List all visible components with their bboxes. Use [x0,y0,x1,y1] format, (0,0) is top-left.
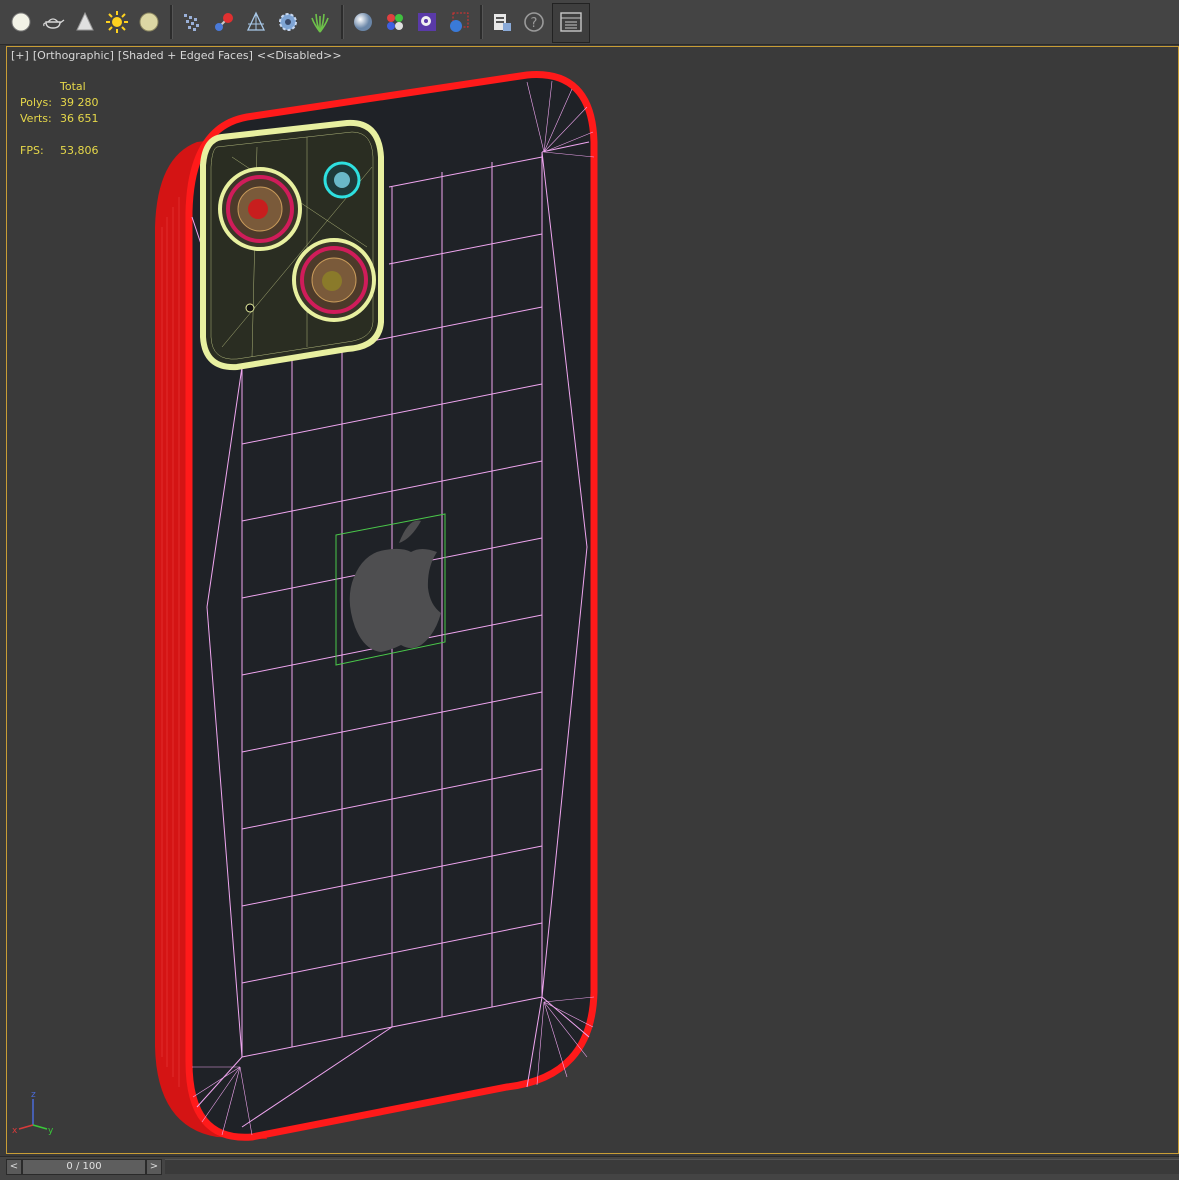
camera-target-icon[interactable] [241,6,271,38]
toolbar-separator [170,5,173,39]
svg-text:?: ? [531,16,538,31]
material-sphere-icon[interactable] [348,6,378,38]
disc-tool-icon[interactable] [134,6,164,38]
particle-tool-icon[interactable] [177,6,207,38]
render-setup-icon[interactable] [412,6,442,38]
axis-y-label: y [48,1126,54,1136]
timeline-bar: < 0 / 100 > [0,1156,1179,1180]
create-tools-group: ? [6,3,551,41]
sun-light-icon[interactable] [102,6,132,38]
perspective-viewport[interactable]: [+] [Orthographic] [Shaded + Edged Faces] <… [6,46,1179,1154]
layout-panel-button[interactable] [552,3,590,43]
axis-gizmo: z x y [12,1090,54,1136]
camera-microphone [245,303,255,313]
help-icon[interactable]: ? [519,6,549,38]
timeline-prev-button[interactable]: < [6,1159,22,1175]
timeline-track[interactable] [165,1159,1179,1174]
teapot-tool-icon[interactable] [38,6,68,38]
cone-tool-icon[interactable] [70,6,100,38]
sphere-tool-icon[interactable] [6,6,36,38]
main-toolbar: ? [0,0,1179,45]
molecule-tool-icon[interactable] [209,6,239,38]
timeline-slider[interactable]: 0 / 100 [22,1159,146,1175]
camera-flash [323,161,361,199]
toolbar-separator [480,5,483,39]
render-frame-icon[interactable] [444,6,474,38]
camera-lens-top [218,167,302,251]
axis-z-label: z [31,1090,36,1100]
camera-lens-bottom [292,238,376,322]
scene-explorer-icon[interactable] [487,6,517,38]
toolbar-separator [341,5,344,39]
timeline-next-button[interactable]: > [146,1159,162,1175]
material-palette-icon[interactable] [380,6,410,38]
layout-panel-icon [556,6,586,38]
phone-model-wireframe[interactable]: z x y [7,47,1178,1153]
gear-object-icon[interactable] [273,6,303,38]
axis-x-label: x [12,1126,18,1136]
grass-tool-icon[interactable] [305,6,335,38]
